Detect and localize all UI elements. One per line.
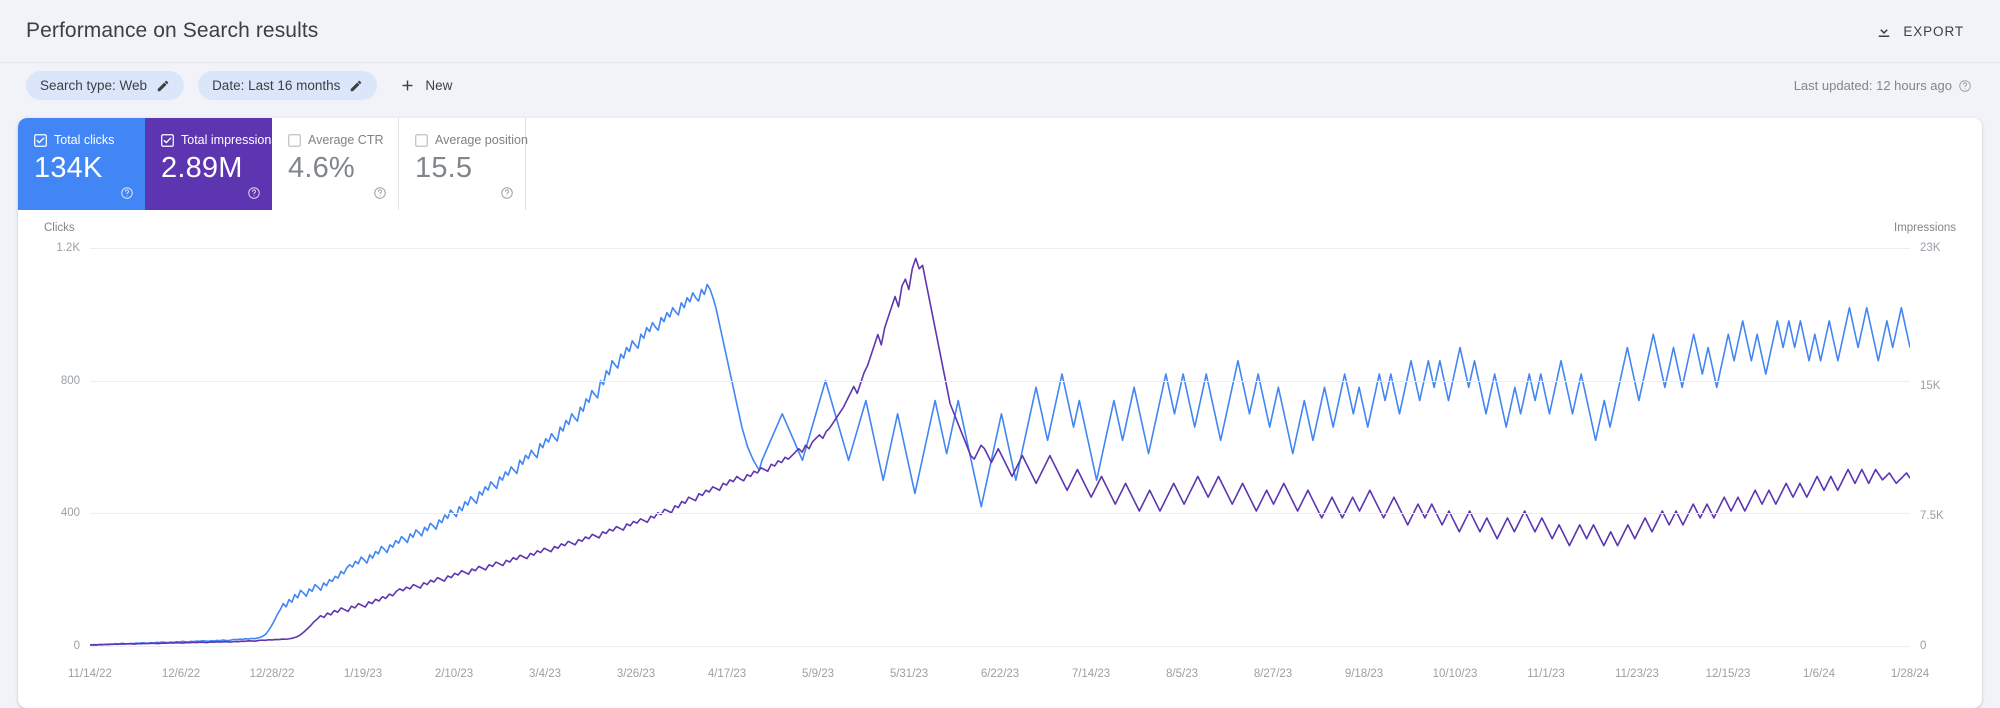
chart-gridline bbox=[90, 248, 1910, 249]
help-circle-icon[interactable] bbox=[500, 186, 514, 200]
metric-tab-average-position-label: Average position bbox=[435, 133, 528, 147]
y-axis-right-tick: 0 bbox=[1920, 640, 1927, 652]
y-axis-left-tick: 1.2K bbox=[56, 242, 80, 254]
help-circle-icon[interactable] bbox=[1958, 79, 1972, 93]
filter-chip-date[interactable]: Date: Last 16 months bbox=[198, 71, 378, 100]
help-circle-icon[interactable] bbox=[373, 186, 387, 200]
filter-chips: Search type: Web Date: Last 16 months Ne… bbox=[26, 71, 462, 100]
metric-tab-average-ctr-label: Average CTR bbox=[308, 133, 384, 147]
x-axis-tick: 1/28/24 bbox=[1890, 668, 1930, 680]
x-axis-tick: 9/18/23 bbox=[1344, 668, 1384, 680]
download-icon bbox=[1875, 22, 1893, 40]
add-filter-label: New bbox=[425, 78, 453, 93]
x-axis-tick: 5/31/23 bbox=[889, 668, 929, 680]
x-axis-tick: 2/10/23 bbox=[434, 668, 474, 680]
filter-bar: Search type: Web Date: Last 16 months Ne… bbox=[0, 62, 2000, 108]
pencil-icon[interactable] bbox=[349, 79, 363, 93]
pencil-icon[interactable] bbox=[156, 79, 170, 93]
x-axis-tick: 3/4/23 bbox=[529, 668, 561, 680]
x-axis-tick: 11/1/23 bbox=[1527, 668, 1565, 680]
x-axis-tick: 6/22/23 bbox=[980, 668, 1020, 680]
metric-tab-average-ctr-head: Average CTR bbox=[288, 133, 384, 147]
x-axis-tick: 5/9/23 bbox=[802, 668, 834, 680]
x-axis-tick: 11/14/22 bbox=[68, 668, 112, 680]
y-axis-right-tick: 23K bbox=[1920, 242, 1941, 254]
x-axis-tick: 8/27/23 bbox=[1253, 668, 1293, 680]
x-axis-tick: 11/23/23 bbox=[1615, 668, 1659, 680]
export-button[interactable]: EXPORT bbox=[1867, 16, 1972, 46]
page-title: Performance on Search results bbox=[26, 19, 319, 42]
chart-gridline bbox=[90, 646, 1910, 647]
y-axis-left-title: Clicks bbox=[44, 222, 75, 234]
x-axis-tick: 12/6/22 bbox=[161, 668, 201, 680]
metric-tab-average-position-value: 15.5 bbox=[415, 152, 473, 184]
filter-chip-date-label: Date: Last 16 months bbox=[212, 78, 341, 93]
y-axis-left-tick: 800 bbox=[60, 374, 80, 387]
metric-tab-total-clicks-value: 134K bbox=[34, 152, 103, 184]
metric-tab-total-clicks-head: Total clicks bbox=[34, 133, 129, 147]
chart-lines bbox=[90, 248, 1910, 646]
metric-tab-average-ctr-value: 4.6% bbox=[288, 152, 355, 184]
y-axis-right-tick: 15K bbox=[1920, 380, 1941, 393]
chart-gridline bbox=[90, 513, 1910, 515]
x-axis-tick: 7/14/23 bbox=[1071, 668, 1111, 680]
x-axis-tick: 1/19/23 bbox=[343, 668, 383, 680]
add-filter-button[interactable]: New bbox=[395, 73, 462, 98]
y-axis-left-tick: 0 bbox=[73, 640, 80, 652]
page-header: Performance on Search results EXPORT bbox=[0, 0, 2000, 62]
checkbox-checked-icon[interactable] bbox=[34, 133, 47, 147]
x-axis-tick: 8/5/23 bbox=[1166, 668, 1198, 680]
y-axis-left-tick: 400 bbox=[60, 507, 80, 520]
metric-tab-total-impressions-head: Total impressions bbox=[161, 133, 278, 147]
filter-chip-search-type-label: Search type: Web bbox=[40, 78, 148, 93]
metric-tab-total-impressions-value: 2.89M bbox=[161, 152, 243, 184]
help-circle-icon[interactable] bbox=[120, 186, 134, 200]
chart-gridline bbox=[90, 380, 1910, 382]
last-updated: Last updated: 12 hours ago bbox=[1794, 78, 1972, 93]
x-axis-tick: 12/15/23 bbox=[1705, 668, 1751, 680]
last-updated-label: Last updated: 12 hours ago bbox=[1793, 78, 1952, 93]
metric-tabs-spacer bbox=[526, 118, 1982, 210]
help-circle-icon[interactable] bbox=[247, 186, 261, 200]
chart-series-total-impressions bbox=[90, 258, 1910, 645]
x-axis-tick: 10/10/23 bbox=[1432, 668, 1478, 680]
metric-tab-total-impressions-label: Total impressions bbox=[181, 133, 278, 147]
metric-tab-total-clicks[interactable]: Total clicks 134K bbox=[18, 118, 145, 210]
checkbox-unchecked-icon[interactable] bbox=[288, 133, 301, 147]
metric-tabs: Total clicks 134K Total impressions 2.89… bbox=[18, 118, 1982, 210]
metric-tab-total-impressions[interactable]: Total impressions 2.89M bbox=[145, 118, 278, 210]
metric-tab-average-position[interactable]: Average position 15.5 bbox=[399, 118, 528, 210]
chart-plot-area[interactable]: 1.2K 800 400 0 23K 15K 7.5K 0 11/14/22 12/6/22 12/… bbox=[56, 242, 1943, 680]
x-axis-tick: 3/26/23 bbox=[616, 668, 656, 680]
plus-icon bbox=[399, 77, 416, 94]
x-axis-tick: 12/28/22 bbox=[249, 668, 295, 680]
performance-chart: Clicks Impressions 1.2K 800 400 0 23K 15K 7.5K… bbox=[18, 210, 1982, 708]
y-axis-right-tick: 7.5K bbox=[1920, 510, 1944, 523]
chart-series-total-clicks bbox=[90, 284, 1910, 645]
metric-tab-average-position-head: Average position bbox=[415, 133, 528, 147]
x-axis-tick: 1/6/24 bbox=[1803, 668, 1835, 680]
checkbox-unchecked-icon[interactable] bbox=[415, 133, 428, 147]
performance-panel: Total clicks 134K Total impressions 2.89… bbox=[18, 118, 1982, 708]
checkbox-checked-icon[interactable] bbox=[161, 133, 174, 147]
export-label: EXPORT bbox=[1903, 23, 1964, 39]
y-axis-right-title: Impressions bbox=[1894, 222, 1956, 234]
metric-tab-average-ctr[interactable]: Average CTR 4.6% bbox=[272, 118, 399, 210]
metric-tab-total-clicks-label: Total clicks bbox=[54, 133, 115, 147]
filter-chip-search-type[interactable]: Search type: Web bbox=[26, 71, 185, 100]
x-axis-tick: 4/17/23 bbox=[707, 668, 747, 680]
